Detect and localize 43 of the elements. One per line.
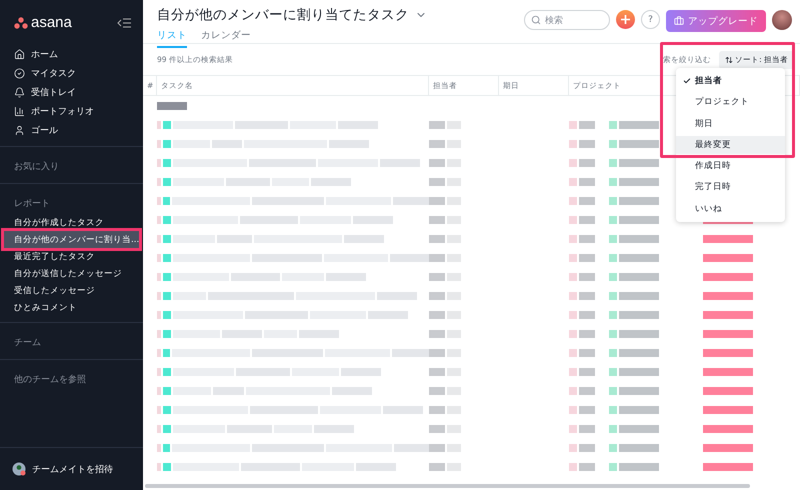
bar-chart-icon	[14, 106, 25, 117]
check-circle-icon	[14, 68, 25, 79]
check-icon	[683, 77, 691, 85]
sort-arrows-icon	[725, 56, 734, 64]
scrollbar-thumb[interactable]	[145, 484, 750, 488]
dots-logo-icon	[14, 16, 28, 28]
search-icon	[531, 15, 541, 25]
briefcase-icon	[674, 16, 684, 26]
home-icon	[14, 49, 25, 60]
section-heading: お気に入り	[13, 160, 60, 174]
nav-item[interactable]: ホーム	[0, 45, 143, 64]
page-title: 自分が他のメンバーに割り当てたタスク	[157, 6, 409, 24]
report-item[interactable]: 最近完了したタスク	[4, 248, 139, 265]
bell-icon	[14, 87, 25, 98]
sort-option[interactable]: 期日	[676, 114, 785, 133]
blurred-group-label	[157, 102, 187, 110]
asana-logo[interactable]: asana	[14, 14, 72, 31]
nav-item[interactable]: ポートフォリオ	[0, 102, 143, 121]
logo-text: asana	[31, 14, 72, 31]
sort-option[interactable]: いいね	[676, 200, 785, 218]
sort-option[interactable]: 完了日時	[676, 178, 785, 196]
sort-option[interactable]: プロジェクト	[676, 93, 785, 112]
browse-teams-link[interactable]: 他のチームを参照	[0, 366, 143, 390]
section-heading: レポート	[13, 198, 51, 211]
nav-item[interactable]: 受信トレイ	[0, 83, 143, 102]
report-item[interactable]: 自分が作成したタスク	[4, 214, 139, 231]
section-heading: チーム	[13, 337, 42, 350]
nav-item[interactable]: マイタスク	[0, 64, 143, 83]
sort-option[interactable]: 最終変更	[676, 136, 785, 154]
report-item[interactable]: 受信したメッセージ	[4, 282, 139, 299]
help-button[interactable]: ?	[641, 10, 660, 29]
person-icon	[14, 125, 25, 136]
collapse-menu-icon[interactable]	[117, 18, 131, 28]
sort-option[interactable]: 作成日時	[676, 157, 785, 176]
user-avatar[interactable]	[772, 10, 792, 30]
view-tab[interactable]: カレンダー	[201, 29, 251, 48]
avatar-plus-icon	[12, 462, 26, 476]
report-item[interactable]: ひとみコメント	[4, 299, 139, 316]
add-plus-icon[interactable]	[616, 10, 635, 29]
report-item[interactable]: 自分が他のメンバーに割り当...	[4, 231, 139, 248]
report-item[interactable]: 自分が送信したメッセージ	[4, 265, 139, 282]
nav-item[interactable]: ゴール	[0, 121, 143, 140]
sort-option[interactable]: 担当者	[676, 72, 785, 90]
